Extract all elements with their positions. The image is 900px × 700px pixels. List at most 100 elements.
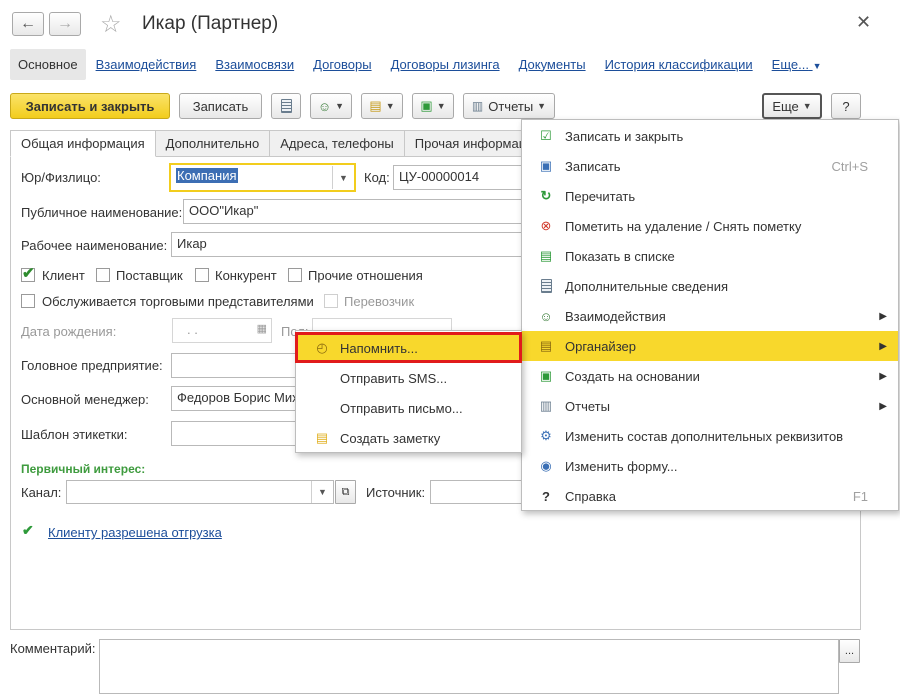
work-name-field[interactable]: Икар <box>171 232 523 257</box>
supplier-label: Поставщик <box>116 268 183 283</box>
public-name-field[interactable]: ООО"Икар" <box>183 199 523 224</box>
window-title: Икар (Партнер) <box>142 13 279 34</box>
menu-item-label: Перечитать <box>565 188 636 204</box>
create-based-button[interactable]: ▣ ▼ <box>412 93 454 119</box>
nav-more[interactable]: Еще... ▼ <box>772 57 822 72</box>
interactions-icon: ☺ <box>539 308 553 324</box>
menu-item-shortcut: F1 <box>852 488 868 504</box>
manager-field[interactable]: Федоров Борис Мих <box>171 386 301 411</box>
menu-item-label: Справка <box>565 488 616 504</box>
nav-relations[interactable]: Взаимосвязи <box>215 57 294 72</box>
nav-main[interactable]: Основное <box>10 48 86 80</box>
delete-mark-icon: ⊗ <box>540 218 552 233</box>
menu-item-label: Показать в списке <box>565 248 675 264</box>
organizer-icon: ▤ <box>539 338 553 353</box>
menu-item-organizer[interactable]: ▤ Органайзер ▶ <box>522 331 898 361</box>
calendar-icon[interactable]: ▦ <box>257 322 267 335</box>
save-button[interactable]: Записать <box>179 93 262 119</box>
carrier-checkbox[interactable] <box>324 294 338 308</box>
menu-item-save[interactable]: ▣ Записать Ctrl+S <box>522 151 898 181</box>
submenu-item-label: Отправить письмо... <box>340 400 463 416</box>
list-button[interactable] <box>271 93 301 119</box>
comment-expand-button[interactable]: ... <box>839 639 860 663</box>
nav-contracts[interactable]: Договоры <box>313 57 371 72</box>
birth-date-value: . . <box>187 322 198 337</box>
primary-interest-heading: Первичный интерес: <box>21 462 146 476</box>
client-checkbox[interactable]: ✔ <box>21 265 35 282</box>
more-button[interactable]: Еще ▼ <box>762 93 822 119</box>
menu-item-show-in-list[interactable]: ▤ Показать в списке <box>522 241 898 271</box>
organizer-button[interactable]: ▤ ▼ <box>361 93 403 119</box>
competitor-checkbox[interactable] <box>195 268 209 282</box>
nav-classification-history[interactable]: История классификации <box>605 57 753 72</box>
shipment-allowed-link[interactable]: Клиенту разрешена отгрузка <box>48 525 222 540</box>
save-and-close-button[interactable]: Записать и закрыть <box>10 93 170 119</box>
menu-item-label: Дополнительные сведения <box>565 278 729 294</box>
nav-more-label: Еще... <box>771 56 809 72</box>
submenu-item-label: Создать заметку <box>340 430 441 446</box>
comment-field[interactable] <box>99 639 839 694</box>
menu-item-save-close[interactable]: ☑ Записать и закрыть <box>522 121 898 151</box>
menu-item-reread[interactable]: ↻ Перечитать <box>522 181 898 211</box>
caret-down-icon: ▼ <box>537 101 547 111</box>
menu-item-label: Изменить состав дополнительных реквизито… <box>565 428 844 444</box>
menu-item-label: Отчеты <box>565 398 610 414</box>
menu-item-label: Пометить на удаление / Снять пометку <box>565 218 802 234</box>
tab-additional[interactable]: Дополнительно <box>154 130 271 157</box>
close-icon[interactable]: ✕ <box>856 12 871 33</box>
menu-item-delete-mark[interactable]: ⊗ Пометить на удаление / Снять пометку <box>522 211 898 241</box>
open-icon: ⧉ <box>341 485 350 498</box>
dropdown-button[interactable]: ▼ <box>332 166 354 189</box>
caret-down-icon: ▼ <box>436 101 446 111</box>
submenu-item-remind[interactable]: ◴ Напомнить... <box>296 333 521 363</box>
tab-addresses[interactable]: Адреса, телефоны <box>269 130 405 157</box>
interactions-button[interactable]: ☺ ▼ <box>310 93 352 119</box>
help-button[interactable]: ? <box>831 93 861 119</box>
submenu-item-create-note[interactable]: ▤ Создать заметку <box>296 423 521 453</box>
organizer-submenu: ◴ Напомнить... Отправить SMS... Отправит… <box>295 330 522 453</box>
menu-item-reports[interactable]: ▥ Отчеты ▶ <box>522 391 898 421</box>
menu-item-label: Записать и закрыть <box>565 128 684 144</box>
forward-button[interactable]: → <box>49 12 81 36</box>
menu-item-interactions[interactable]: ☺ Взаимодействия ▶ <box>522 301 898 331</box>
submenu-arrow-icon: ▶ <box>879 370 887 382</box>
tab-general[interactable]: Общая информация <box>10 130 156 157</box>
code-field[interactable]: ЦУ-00000014 <box>393 165 523 190</box>
tab-bar: Общая информация Дополнительно Адреса, т… <box>10 130 545 157</box>
nav-documents[interactable]: Документы <box>519 57 586 72</box>
source-field[interactable] <box>430 480 523 504</box>
served-by-reps-checkbox[interactable] <box>21 294 35 308</box>
menu-item-create-based[interactable]: ▣ Создать на основании ▶ <box>522 361 898 391</box>
extra-info-icon <box>538 278 554 294</box>
props-icon: ⚙ <box>540 428 552 443</box>
reports-button[interactable]: ▥ Отчеты ▼ <box>463 93 555 119</box>
submenu-item-send-email[interactable]: Отправить письмо... <box>296 393 521 423</box>
head-enterprise-field[interactable] <box>171 353 301 378</box>
channel-field[interactable]: ▼ <box>66 480 334 504</box>
menu-item-help[interactable]: ? Справка F1 <box>522 481 898 511</box>
other-relations-checkbox[interactable] <box>288 268 302 282</box>
supplier-checkbox[interactable] <box>96 268 110 282</box>
legal-type-field[interactable]: Компания ▼ <box>169 163 356 192</box>
menu-item-extra-info[interactable]: Дополнительные сведения <box>522 271 898 301</box>
nav-interactions[interactable]: Взаимодействия <box>96 57 197 72</box>
favorite-star-icon[interactable]: ☆ <box>100 10 122 39</box>
channel-dropdown-button[interactable]: ▼ <box>311 481 333 503</box>
submenu-arrow-icon: ▶ <box>879 400 887 412</box>
list-icon <box>280 99 292 113</box>
birth-date-field[interactable]: . . ▦ <box>172 318 272 343</box>
reminder-icon: ◴ <box>316 340 328 355</box>
back-button[interactable]: ← <box>12 12 44 36</box>
arrow-right-icon: → <box>57 15 73 32</box>
nav-leasing-contracts[interactable]: Договоры лизинга <box>391 57 500 72</box>
menu-item-label: Взаимодействия <box>565 308 666 324</box>
arrow-left-icon: ← <box>20 15 36 32</box>
submenu-item-send-sms[interactable]: Отправить SMS... <box>296 363 521 393</box>
help-icon: ? <box>542 488 550 504</box>
channel-open-button[interactable]: ⧉ <box>335 480 356 504</box>
legal-label: Юр/Физлицо: <box>21 170 101 185</box>
menu-item-change-form[interactable]: ◉ Изменить форму... <box>522 451 898 481</box>
menu-item-change-props[interactable]: ⚙ Изменить состав дополнительных реквизи… <box>522 421 898 451</box>
caret-down-icon: ▼ <box>812 60 822 71</box>
label-template-field[interactable] <box>171 421 301 446</box>
